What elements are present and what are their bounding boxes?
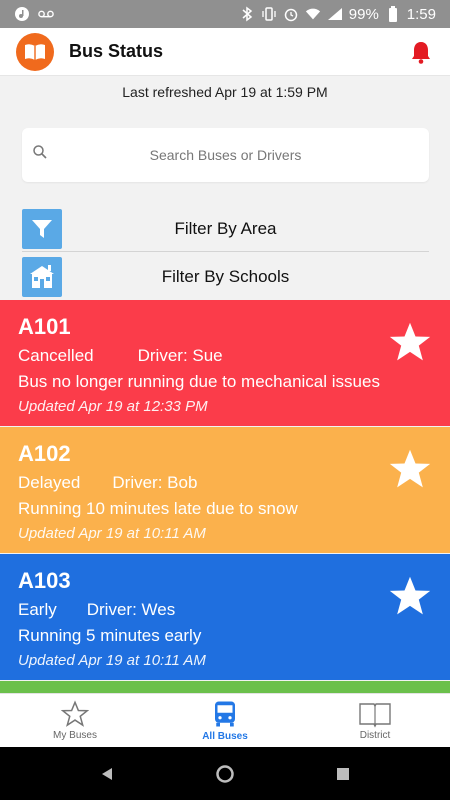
home-icon[interactable] [215,764,235,784]
clock: 1:59 [406,5,436,23]
school-building-icon [22,257,62,297]
vibrate-icon [261,6,277,22]
bus-message: Bus no longer running due to mechanical … [18,372,380,391]
bus-status: Cancelled [18,346,94,365]
bus-card-partial[interactable] [0,681,450,693]
recents-icon[interactable] [335,766,351,782]
bus-driver: Driver: Wes [86,600,176,619]
favorite-star-icon[interactable] [388,574,432,618]
bus-name: A103 [18,568,71,593]
nav-district-label: District [359,730,391,741]
bus-updated: Updated Apr 19 at 10:11 AM [18,525,206,542]
filter-by-schools-label: Filter By Schools [161,267,290,286]
bus-status: Delayed [18,473,81,492]
page-title: Bus Status [69,41,164,61]
favorite-star-icon[interactable] [388,320,432,364]
filter-funnel-icon [22,208,62,249]
bus-name: A101 [18,314,71,339]
bus-updated: Updated Apr 19 at 12:33 PM [18,398,208,415]
bus-status: Early [18,600,57,619]
search-icon [32,144,48,165]
alarm-icon [283,6,299,22]
favorite-star-icon[interactable] [388,447,432,491]
bus-driver: Driver: Sue [137,346,223,365]
nav-my-buses[interactable]: My Buses [0,694,150,747]
wifi-icon [305,6,321,22]
bus-driver: Driver: Bob [112,473,198,492]
filter-by-schools[interactable]: Filter By Schools [22,254,429,300]
bus-updated: Updated Apr 19 at 10:11 AM [18,652,206,669]
bus-card-a103[interactable]: A103 Early Driver: Wes Running 5 minutes… [0,554,450,680]
book-icon [359,703,391,728]
star-outline-icon [61,700,89,727]
bottom-nav: My Buses All Buses District [0,693,450,747]
app-logo [16,32,54,71]
search-input[interactable] [22,128,429,182]
bus-icon [215,701,235,727]
status-bar: 99% 1:59 [0,0,450,28]
book-logo-icon [25,43,45,60]
bus-card-a102[interactable]: A102 Delayed Driver: Bob Running 10 minu… [0,427,450,553]
battery-percent: 99% [348,5,379,23]
battery-icon [385,6,401,22]
bus-card-a101[interactable]: A101 Cancelled Driver: Sue Bus no longer… [0,300,450,426]
last-refreshed-text: Last refreshed Apr 19 at 1:59 PM [122,84,328,100]
music-icon [14,6,30,22]
notification-bell-icon[interactable] [408,38,434,66]
nav-all-buses-label: All Buses [202,731,248,742]
system-nav-bar [0,747,450,800]
back-icon[interactable] [99,766,115,782]
search-box[interactable] [22,128,429,182]
signal-icon [327,6,343,22]
voicemail-icon [38,6,54,22]
nav-district[interactable]: District [300,694,450,747]
filter-by-area-label: Filter By Area [174,218,277,238]
bus-message: Running 5 minutes early [18,626,202,645]
bus-name: A102 [18,441,71,466]
filter-by-area[interactable]: Filter By Area [22,206,429,252]
bluetooth-icon [239,6,255,22]
nav-all-buses[interactable]: All Buses [150,694,300,747]
app-bar: Bus Status [0,28,450,76]
nav-my-buses-label: My Buses [53,730,97,741]
bus-message: Running 10 minutes late due to snow [18,499,298,518]
